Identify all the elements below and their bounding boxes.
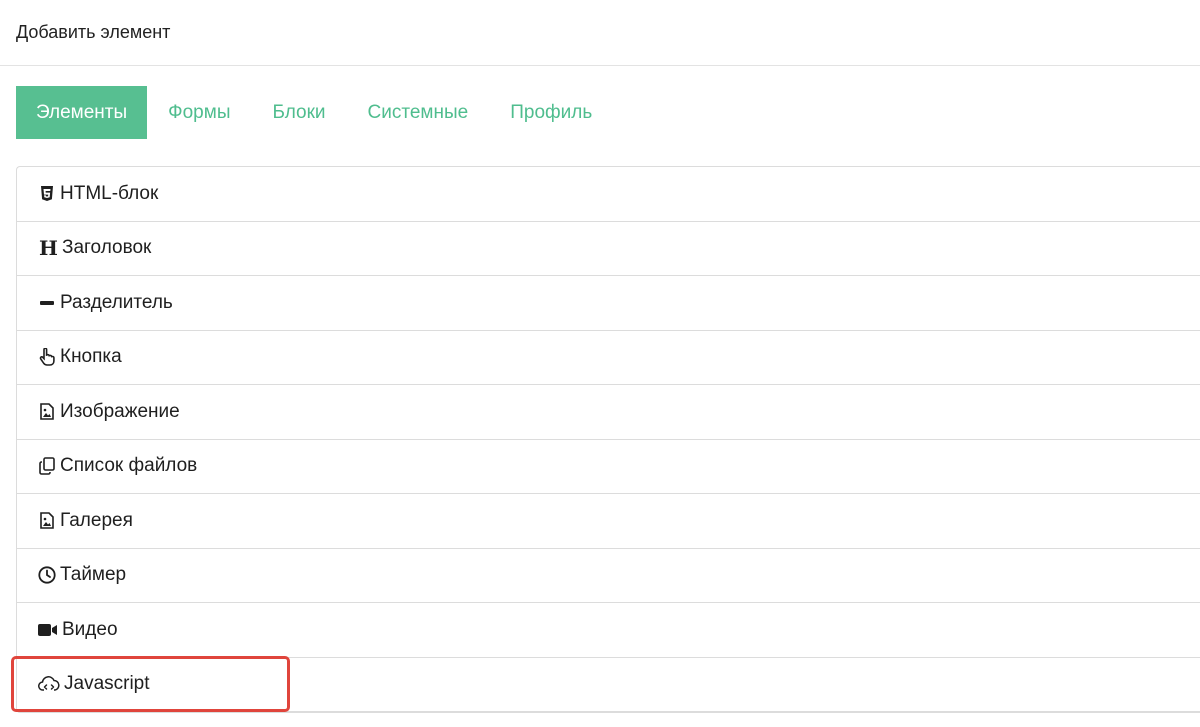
list-item-label: Список файлов bbox=[60, 455, 198, 477]
list-item-label: Галерея bbox=[60, 509, 133, 531]
list-item-javascript[interactable]: Javascript bbox=[17, 658, 1200, 712]
tab-elements[interactable]: Элементы bbox=[16, 86, 148, 139]
tab-blocks[interactable]: Блоки bbox=[251, 86, 346, 139]
list-item-label: Кнопка bbox=[60, 346, 122, 368]
file-image-icon bbox=[37, 402, 57, 422]
list-item-timer[interactable]: Таймер bbox=[17, 549, 1200, 603]
list-item-html-block[interactable]: HTML-блок bbox=[17, 167, 1200, 222]
cloud-code-icon bbox=[37, 674, 61, 694]
copy-icon bbox=[37, 456, 57, 476]
list-item-label: Разделитель bbox=[60, 291, 173, 313]
tab-forms[interactable]: Формы bbox=[147, 86, 251, 139]
hand-pointer-icon bbox=[37, 347, 57, 367]
minus-icon bbox=[37, 293, 57, 313]
svg-text:H: H bbox=[39, 239, 58, 257]
list-item-gallery[interactable]: Галерея bbox=[17, 494, 1200, 549]
list-item-label: Изображение bbox=[60, 400, 180, 422]
list-item-label: HTML-блок bbox=[60, 182, 159, 204]
element-list: HTML-блок H Заголовок Разделитель Кнопка bbox=[16, 166, 1200, 713]
list-item-image[interactable]: Изображение bbox=[17, 385, 1200, 440]
list-item-label: Видео bbox=[62, 618, 118, 640]
list-item-video[interactable]: Видео bbox=[17, 603, 1200, 658]
file-image-icon bbox=[37, 511, 57, 531]
modal-title: Добавить элемент bbox=[16, 22, 171, 42]
list-item-button[interactable]: Кнопка bbox=[17, 331, 1200, 385]
list-item-heading[interactable]: H Заголовок bbox=[17, 222, 1200, 276]
list-item-divider[interactable]: Разделитель bbox=[17, 276, 1200, 331]
tab-bar: Элементы Формы Блоки Системные Профиль bbox=[16, 86, 613, 139]
list-item-label: Javascript bbox=[64, 673, 150, 695]
clock-icon bbox=[37, 565, 57, 585]
tab-profile[interactable]: Профиль bbox=[489, 86, 613, 139]
html5-icon bbox=[37, 184, 57, 204]
list-item-file-list[interactable]: Список файлов bbox=[17, 440, 1200, 494]
list-item-label: Заголовок bbox=[62, 237, 152, 259]
tab-system[interactable]: Системные bbox=[347, 86, 490, 139]
list-item-label: Таймер bbox=[60, 564, 127, 586]
modal-header: Добавить элемент bbox=[0, 0, 1200, 66]
video-camera-icon bbox=[37, 620, 59, 640]
heading-icon: H bbox=[37, 238, 59, 258]
